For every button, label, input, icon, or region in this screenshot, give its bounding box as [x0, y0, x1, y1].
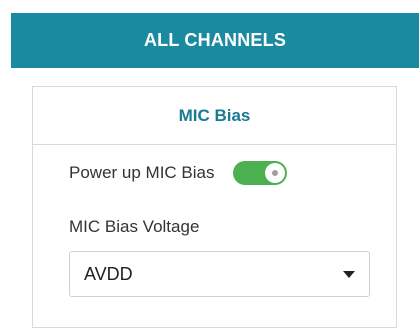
- chevron-down-icon: [343, 270, 355, 278]
- power-mic-bias-toggle[interactable]: [232, 161, 287, 185]
- power-mic-bias-label: Power up MIC Bias: [69, 163, 215, 182]
- mic-bias-panel: MIC Bias Power up MIC Bias MIC Bias Volt…: [32, 86, 397, 328]
- header-title: ALL CHANNELS: [143, 30, 287, 50]
- panel-title: MIC Bias: [178, 105, 251, 125]
- panel-header: MIC Bias: [33, 87, 396, 145]
- selected-voltage: AVDD: [84, 263, 133, 284]
- mic-bias-voltage-select[interactable]: AVDD: [69, 251, 370, 297]
- power-mic-bias-row: Power up MIC Bias: [69, 161, 287, 185]
- mic-bias-voltage-label: MIC Bias Voltage: [69, 217, 200, 236]
- toggle-dot-icon: [271, 170, 278, 176]
- toggle-knob: [264, 163, 285, 183]
- channels-header: ALL CHANNELS: [11, 13, 419, 68]
